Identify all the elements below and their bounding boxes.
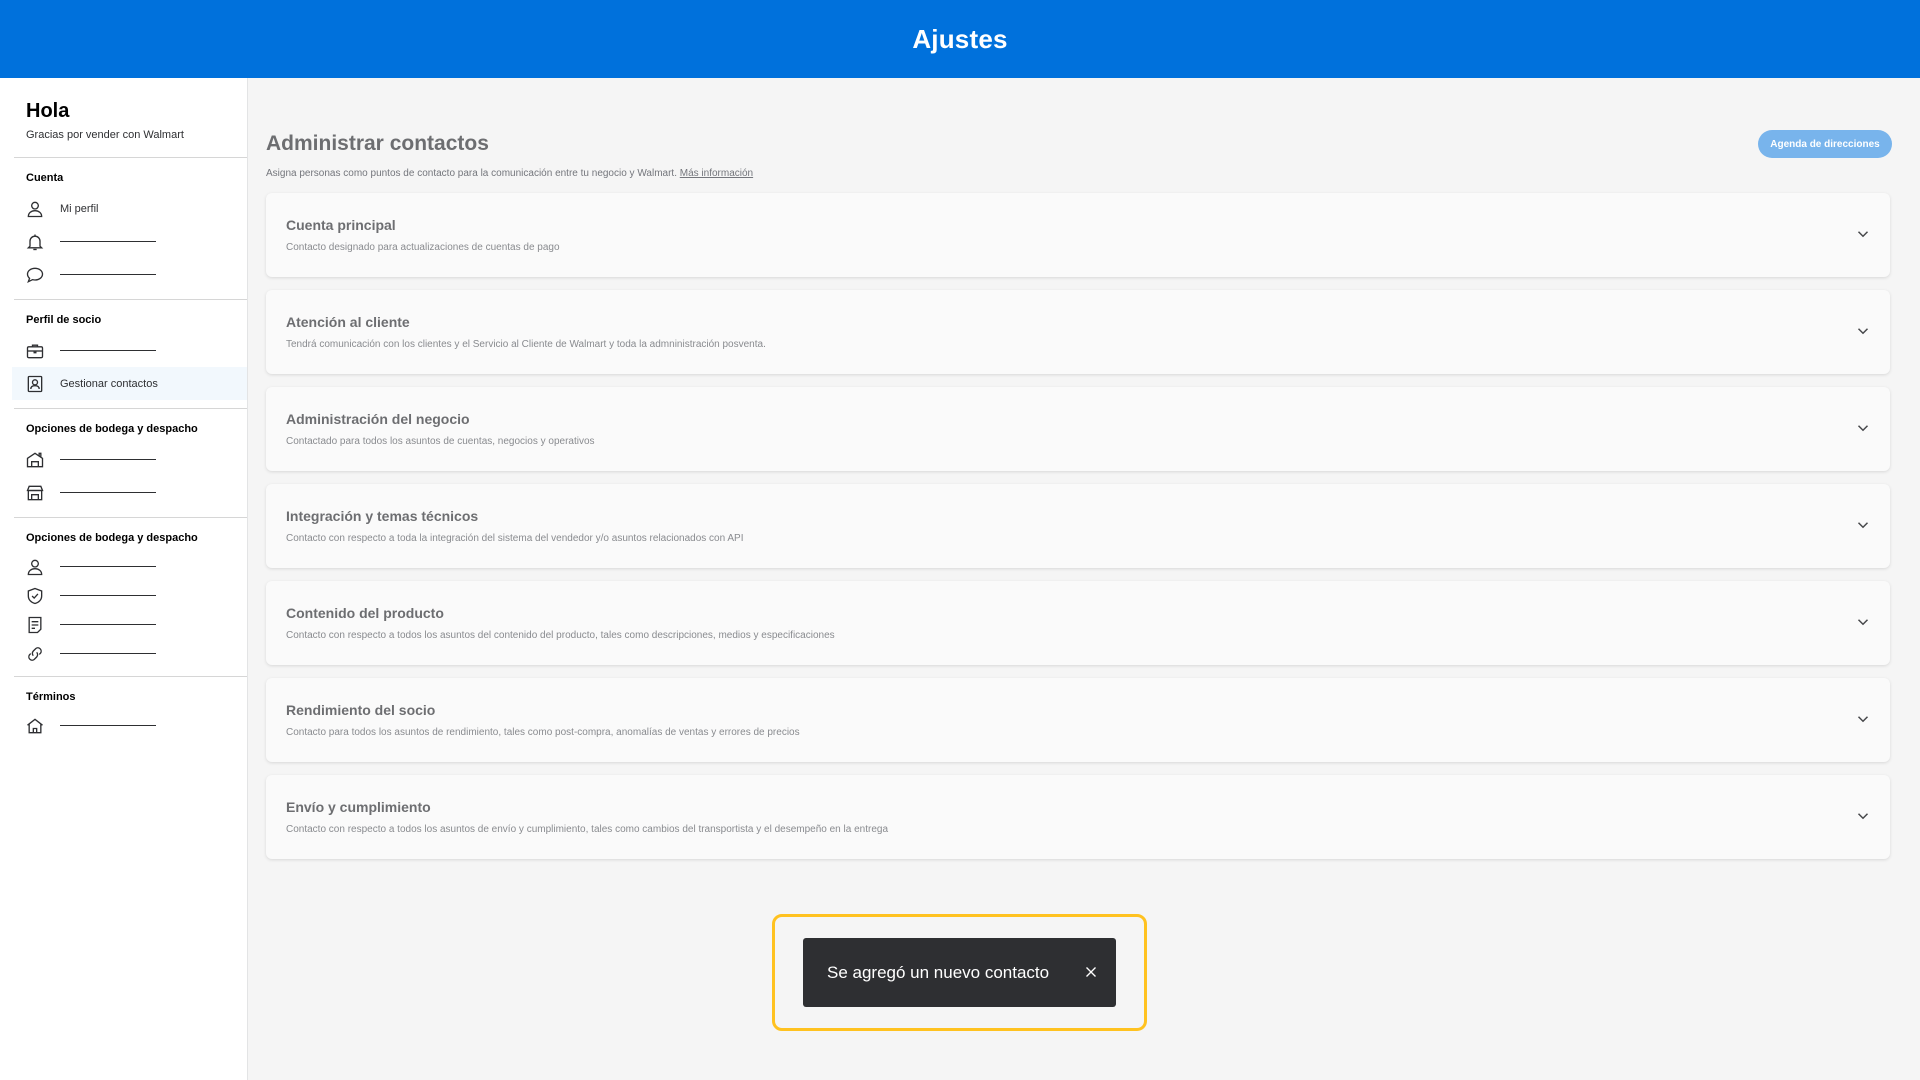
chevron-down-icon[interactable] [1854,419,1872,437]
sidebar-item-store[interactable] [12,476,247,509]
chevron-down-icon[interactable] [1854,225,1872,243]
sidebar-item-placeholder [60,241,156,242]
card-title: Administración del negocio [286,411,470,427]
user-icon [24,198,46,220]
sidebar-item-label: Mi perfil [60,202,99,215]
card-title: Contenido del producto [286,605,444,621]
sidebar-item-business[interactable] [12,334,247,367]
contact-card-cuenta-principal[interactable]: Cuenta principal Contacto designado para… [266,193,1890,277]
sidebar-section-terminos: Términos [14,677,247,748]
address-book-button[interactable]: Agenda de direcciones [1758,130,1892,158]
sidebar-item-placeholder [60,274,156,275]
page-title: Administrar contactos [266,132,489,155]
title-row: Administrar contactos Agenda de direccio… [266,130,1892,162]
document-icon [24,614,46,636]
card-title: Cuenta principal [286,217,396,233]
link-icon [24,643,46,665]
store-icon [24,482,46,504]
card-title: Rendimiento del socio [286,702,436,718]
greeting-block: Hola Gracias por vender con Walmart [14,78,247,158]
sidebar-section-perfil-socio: Perfil de socio Gestionar contactos [12,300,247,409]
card-title: Integración y temas técnicos [286,508,479,524]
sidebar-section-title: Opciones de bodega y despacho [26,423,198,435]
contact-card-icon [24,373,46,395]
home-icon [24,715,46,737]
sidebar-item-gestionar-contactos[interactable]: Gestionar contactos [12,367,247,400]
sidebar-item-notifications[interactable] [12,225,247,258]
sidebar-item-integrations[interactable] [12,639,247,668]
sidebar-item-placeholder [60,566,156,567]
sidebar: Hola Gracias por vender con Walmart Cuen… [0,78,248,1080]
shield-check-icon [24,585,46,607]
sidebar-item-placeholder [60,595,156,596]
chevron-down-icon[interactable] [1854,613,1872,631]
sidebar-section-cuenta: Cuenta Mi perfil [14,158,247,300]
sidebar-section-title: Cuenta [26,172,64,184]
sidebar-item-placeholder [60,350,156,351]
card-description: Tendrá comunicación con los clientes y e… [286,339,766,350]
card-description: Contactado para todos los asuntos de cue… [286,436,595,447]
card-description: Contacto con respecto a todos los asunto… [286,630,835,641]
page-description-text: Asigna personas como puntos de contacto … [266,168,677,179]
page-description: Asigna personas como puntos de contacto … [266,168,753,179]
sidebar-section-title: Perfil de socio [26,314,102,326]
sidebar-section-bodega-1: Opciones de bodega y despacho [14,409,247,518]
user-icon [24,556,46,578]
chevron-down-icon[interactable] [1854,322,1872,340]
greeting-title: Hola [26,100,70,122]
chevron-down-icon[interactable] [1854,807,1872,825]
toast-notification: Se agregó un nuevo contacto [803,938,1116,1007]
sidebar-item-security[interactable] [12,581,247,610]
contact-card-integracion-tecnica[interactable]: Integración y temas técnicos Contacto co… [266,484,1890,568]
chat-icon [24,264,46,286]
card-title: Atención al cliente [286,314,410,330]
contact-card-rendimiento-socio[interactable]: Rendimiento del socio Contacto para todo… [266,678,1890,762]
sidebar-section-title: Términos [26,691,76,703]
contact-cards: Cuenta principal Contacto designado para… [266,193,1890,872]
card-description: Contacto designado para actualizaciones … [286,242,560,253]
card-description: Contacto con respecto a toda la integrac… [286,533,744,544]
bell-icon [24,231,46,253]
sidebar-section-bodega-2: Opciones de bodega y despacho [14,518,247,677]
sidebar-item-messages[interactable] [12,258,247,291]
sidebar-item-placeholder [60,624,156,625]
briefcase-icon [24,340,46,362]
sidebar-item-mi-perfil[interactable]: Mi perfil [12,192,247,225]
sidebar-item-label: Gestionar contactos [60,377,158,390]
chevron-down-icon[interactable] [1854,516,1872,534]
app-header: Ajustes [0,0,1920,78]
card-title: Envío y cumplimiento [286,799,431,815]
warehouse-icon [24,449,46,471]
sidebar-item-placeholder [60,492,156,493]
close-icon[interactable] [1082,963,1100,981]
contact-card-envio-cumplimiento[interactable]: Envío y cumplimiento Contacto con respec… [266,775,1890,859]
sidebar-item-warehouse[interactable] [12,443,247,476]
sidebar-item-users[interactable] [12,552,247,581]
sidebar-item-placeholder [60,725,156,726]
sidebar-section-title: Opciones de bodega y despacho [26,532,198,544]
greeting-subtitle: Gracias por vender con Walmart [26,129,184,141]
more-info-link[interactable]: Más información [680,168,753,179]
sidebar-item-placeholder [60,459,156,460]
contact-card-administracion-negocio[interactable]: Administración del negocio Contactado pa… [266,387,1890,471]
chevron-down-icon[interactable] [1854,710,1872,728]
card-description: Contacto con respecto a todos los asunto… [286,824,889,835]
sidebar-item-placeholder [60,653,156,654]
card-description: Contacto para todos los asuntos de rendi… [286,727,800,738]
page-header-title: Ajustes [912,23,1008,54]
sidebar-item-documents[interactable] [12,610,247,639]
toast-message: Se agregó un nuevo contacto [827,962,1050,982]
contact-card-atencion-cliente[interactable]: Atención al cliente Tendrá comunicación … [266,290,1890,374]
contact-card-contenido-producto[interactable]: Contenido del producto Contacto con resp… [266,581,1890,665]
sidebar-item-terms[interactable] [12,711,247,740]
